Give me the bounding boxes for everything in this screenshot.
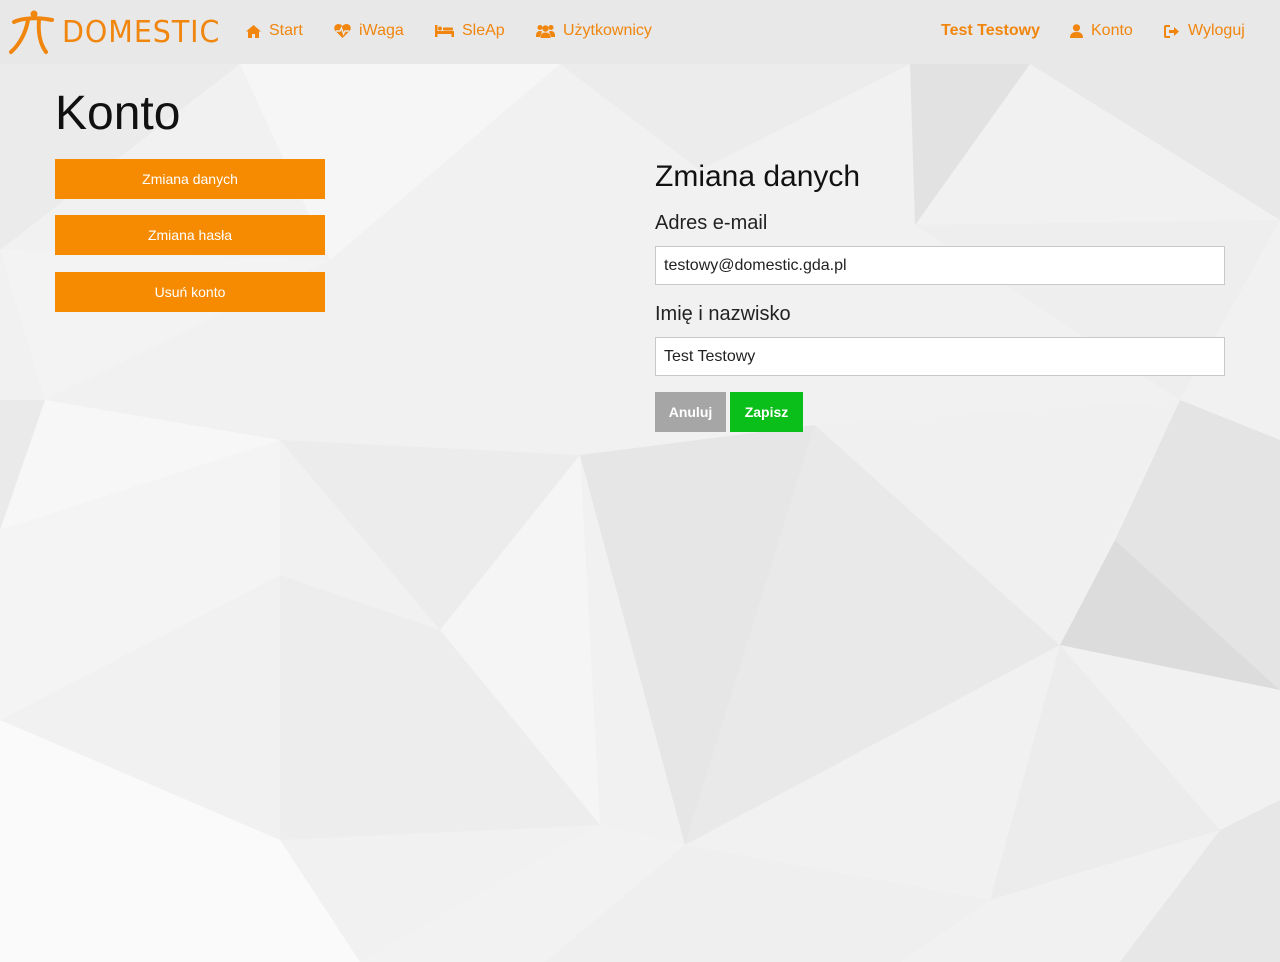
nav-user-name[interactable]: Test Testowy <box>941 20 1040 42</box>
nav-logout-label: Wyloguj <box>1188 22 1245 39</box>
nav-users-label: Użytkownicy <box>563 22 652 39</box>
form-title: Zmiana danych <box>655 160 861 193</box>
nav-account-label: Konto <box>1091 22 1133 39</box>
cancel-button[interactable]: Anuluj <box>655 392 726 432</box>
user-name-label: Test Testowy <box>941 22 1040 39</box>
domestic-logo-icon <box>9 10 54 54</box>
page-title: Konto <box>55 87 181 140</box>
user-icon <box>1070 24 1083 38</box>
change-data-button[interactable]: Zmiana danych <box>55 159 325 199</box>
nav-sleap-label: SleAp <box>462 22 505 39</box>
nav-account[interactable]: Konto <box>1070 20 1133 42</box>
users-icon <box>536 25 555 38</box>
name-label: Imię i nazwisko <box>655 303 791 325</box>
email-label: Adres e-mail <box>655 212 768 234</box>
nav-users[interactable]: Użytkownicy <box>536 20 652 42</box>
brand-link[interactable]: DOMESTIC <box>8 8 229 56</box>
heartbeat-icon <box>334 24 351 38</box>
nav-logout[interactable]: Wyloguj <box>1164 20 1245 42</box>
nav-iwaga[interactable]: iWaga <box>334 20 404 42</box>
nav-start-label: Start <box>269 22 303 39</box>
nav-iwaga-label: iWaga <box>359 22 404 39</box>
delete-account-button[interactable]: Usuń konto <box>55 272 325 312</box>
bed-icon <box>435 25 454 37</box>
background-pattern <box>0 0 1280 962</box>
brand-name: DOMESTIC <box>62 14 221 50</box>
change-password-button[interactable]: Zmiana hasła <box>55 215 325 255</box>
save-button[interactable]: Zapisz <box>730 392 803 432</box>
name-field[interactable] <box>655 337 1225 376</box>
nav-start[interactable]: Start <box>246 20 303 42</box>
top-navbar: DOMESTIC Start iWaga SleAp Użytkownicy T… <box>0 0 1280 64</box>
nav-sleap[interactable]: SleAp <box>435 20 505 42</box>
home-icon <box>246 24 261 38</box>
sign-out-icon <box>1164 24 1179 38</box>
email-field[interactable] <box>655 246 1225 285</box>
